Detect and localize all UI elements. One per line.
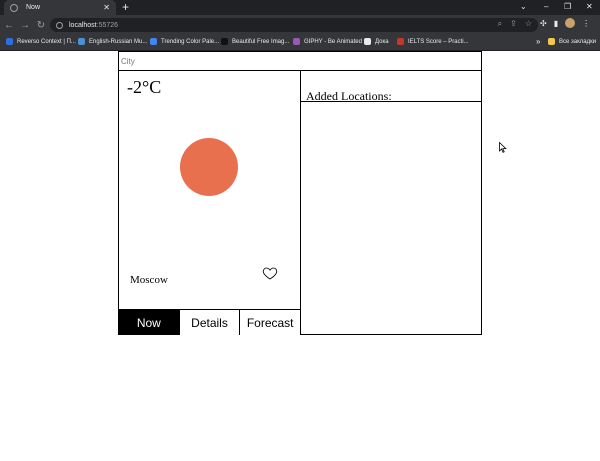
- bookmark-item[interactable]: English-Russian Mu...: [78, 38, 147, 45]
- restore-button[interactable]: ❐: [564, 1, 571, 13]
- city-search-input[interactable]: [119, 52, 481, 71]
- new-tab-button[interactable]: +: [122, 1, 129, 13]
- heart-outline-icon: [262, 267, 278, 280]
- added-locations-panel: Added Locations:: [301, 71, 481, 335]
- bookmark-star-icon[interactable]: ☆: [525, 19, 532, 29]
- mouse-cursor-icon: [499, 142, 507, 153]
- bookmark-label: IELTS Score – Practi...: [408, 38, 469, 45]
- back-arrow-icon[interactable]: ←: [2, 20, 16, 31]
- extensions-puzzle-icon[interactable]: ✣: [540, 19, 547, 28]
- close-window-button[interactable]: ✕: [586, 1, 593, 13]
- bookmark-favicon-icon: [78, 38, 85, 45]
- tab-details[interactable]: Details: [178, 310, 240, 335]
- tab-search-icon[interactable]: ⌄: [520, 1, 527, 13]
- browser-tab-strip: Now ✕ + ⌄ – ❐ ✕: [0, 0, 600, 15]
- bookmark-favicon-icon: [397, 38, 404, 45]
- city-name: Moscow: [130, 274, 168, 286]
- side-panel-icon[interactable]: ▮: [554, 19, 558, 28]
- tab-forecast[interactable]: Forecast: [239, 310, 301, 335]
- now-panel: -2°C Moscow: [119, 71, 301, 309]
- forward-arrow-icon[interactable]: →: [18, 20, 32, 31]
- tab-title: Now: [26, 4, 41, 11]
- bookmarks-overflow-button[interactable]: »: [536, 37, 540, 46]
- view-tabs: Now Details Forecast: [119, 309, 301, 335]
- tab-now[interactable]: Now: [119, 310, 179, 335]
- tab-favicon-icon: [10, 3, 18, 12]
- url-host: localhost: [69, 21, 97, 29]
- bookmark-favicon-icon: [150, 38, 157, 45]
- url-text: localhost:55726: [69, 22, 118, 29]
- share-icon[interactable]: ⇪: [510, 19, 517, 29]
- all-bookmarks-label: Все закладки: [559, 38, 597, 45]
- reload-icon[interactable]: ↻: [34, 20, 48, 31]
- menu-kebab-icon[interactable]: ⋮: [582, 19, 590, 28]
- bookmark-item[interactable]: Beautiful Free Imag...: [221, 38, 289, 45]
- bookmark-favicon-icon: [293, 38, 300, 45]
- weather-app: -2°C Moscow Now Details Forecast Added L…: [118, 51, 482, 335]
- bookmark-item[interactable]: GIPHY - Be Animated: [293, 38, 362, 45]
- favorite-button[interactable]: [262, 265, 278, 281]
- site-info-icon[interactable]: [56, 21, 63, 29]
- bookmark-label: Дока: [375, 38, 389, 45]
- temperature: -2°C: [127, 77, 162, 97]
- address-bar[interactable]: localhost:55726 ⌕ ⇪ ☆: [50, 18, 538, 32]
- bookmark-item[interactable]: IELTS Score – Practi...: [397, 38, 469, 45]
- folder-icon: [548, 38, 555, 45]
- all-bookmarks-folder[interactable]: Все закладки: [548, 38, 596, 45]
- bookmark-item[interactable]: Дока: [364, 38, 389, 45]
- bookmark-label: Beautiful Free Imag...: [232, 38, 290, 45]
- bookmark-label: Trending Color Pale...: [161, 38, 220, 45]
- bookmark-favicon-icon: [221, 38, 228, 45]
- bookmarks-bar: Reverso Context | П... English-Russian M…: [0, 35, 600, 51]
- locations-list: [301, 102, 481, 335]
- bookmark-item[interactable]: Reverso Context | П...: [6, 38, 76, 45]
- browser-toolbar: ← → ↻ localhost:55726 ⌕ ⇪ ☆: [0, 15, 600, 35]
- browser-tab[interactable]: Now ✕: [4, 0, 116, 15]
- tab-close-icon[interactable]: ✕: [103, 3, 110, 12]
- added-locations-header: Added Locations:: [301, 71, 481, 103]
- minimize-button[interactable]: –: [544, 1, 548, 13]
- bookmark-label: GIPHY - Be Animated: [304, 38, 362, 45]
- bookmark-label: Reverso Context | П...: [17, 38, 76, 45]
- bookmark-label: English-Russian Mu...: [89, 38, 148, 45]
- bookmark-item[interactable]: Trending Color Pale...: [150, 38, 219, 45]
- weather-sun-icon: [180, 138, 238, 196]
- url-port: :55726: [96, 21, 119, 29]
- bookmark-favicon-icon: [364, 38, 371, 45]
- profile-avatar[interactable]: [565, 18, 576, 28]
- bookmark-favicon-icon: [6, 38, 13, 45]
- zoom-icon[interactable]: ⌕: [498, 19, 502, 29]
